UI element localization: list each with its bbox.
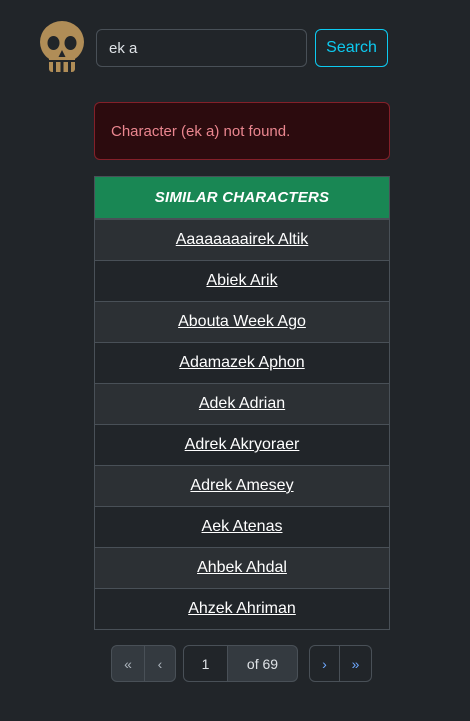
character-link[interactable]: Adrek Amesey [190, 477, 293, 495]
character-link[interactable]: Adrek Akryoraer [185, 436, 300, 454]
character-link[interactable]: Aek Atenas [202, 518, 283, 536]
table-row: Aaaaaaaairek Altik [95, 219, 389, 260]
character-link[interactable]: Abiek Arik [206, 272, 277, 290]
prev-page-button[interactable]: ‹ [145, 645, 176, 682]
character-link[interactable]: Ahbek Ahdal [197, 559, 287, 577]
table-row: Aek Atenas [95, 506, 389, 547]
character-link[interactable]: Ahzek Ahriman [188, 600, 296, 618]
character-link[interactable]: Aaaaaaaairek Altik [176, 231, 309, 249]
search-input[interactable] [96, 29, 307, 67]
skull-logo-icon [40, 21, 84, 73]
table-heading: SIMILAR CHARACTERS [95, 177, 389, 219]
table-row: Ahzek Ahriman [95, 588, 389, 629]
first-page-button[interactable]: « [111, 645, 145, 682]
table-row: Adrek Amesey [95, 465, 389, 506]
not-found-alert: Character (ek a) not found. [94, 102, 390, 160]
next-page-button[interactable]: › [309, 645, 340, 682]
pagination-next-group: › » [309, 645, 372, 682]
pagination-current: 1 of 69 [183, 645, 298, 682]
page-number-input[interactable]: 1 [183, 645, 228, 682]
pagination-prev-group: « ‹ [111, 645, 176, 682]
search-button[interactable]: Search [315, 29, 388, 67]
table-row: Adek Adrian [95, 383, 389, 424]
last-page-button[interactable]: » [340, 645, 372, 682]
page-total-label: of 69 [228, 645, 298, 682]
character-link[interactable]: Adamazek Aphon [179, 354, 304, 372]
table-row: Adamazek Aphon [95, 342, 389, 383]
similar-characters-table: SIMILAR CHARACTERS Aaaaaaaairek Altik Ab… [94, 176, 390, 630]
character-link[interactable]: Adek Adrian [199, 395, 285, 413]
table-row: Adrek Akryoraer [95, 424, 389, 465]
table-row: Ahbek Ahdal [95, 547, 389, 588]
table-row: Abiek Arik [95, 260, 389, 301]
character-link[interactable]: Abouta Week Ago [178, 313, 306, 331]
table-row: Abouta Week Ago [95, 301, 389, 342]
alert-message: Character (ek a) not found. [111, 122, 291, 140]
